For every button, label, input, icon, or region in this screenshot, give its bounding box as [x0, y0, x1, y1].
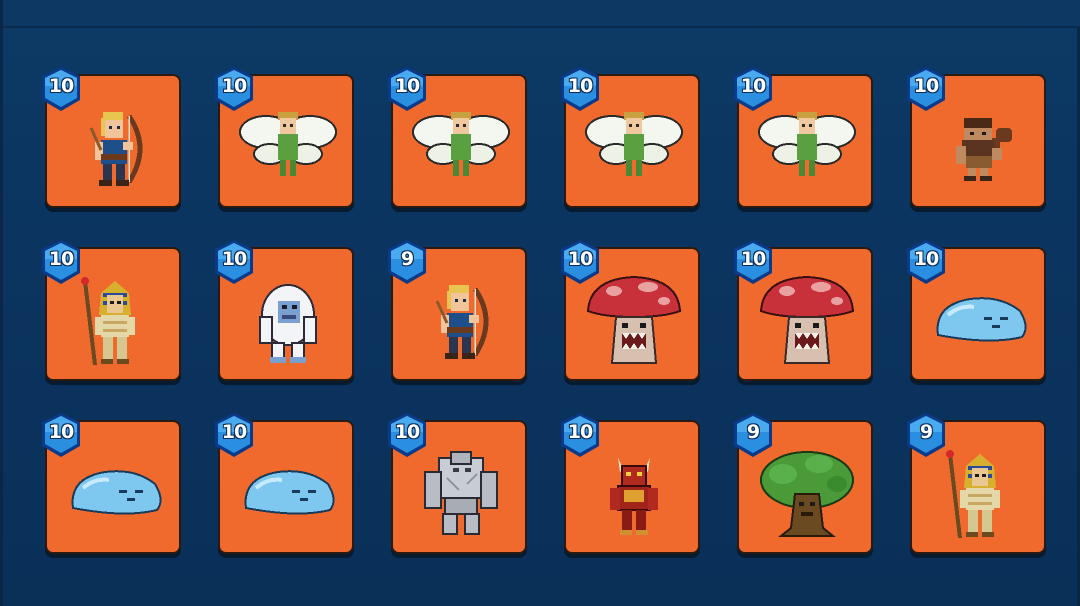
- yeti-icon: [238, 271, 338, 371]
- level-badge: 10: [39, 66, 83, 112]
- level-number: 10: [394, 421, 420, 443]
- unit-card[interactable]: 10: [42, 412, 181, 558]
- level-badge: 10: [558, 412, 602, 458]
- header-bar: [3, 0, 1080, 28]
- level-badge: 10: [558, 66, 602, 112]
- level-number: 10: [48, 248, 74, 270]
- level-badge: 10: [904, 239, 948, 285]
- elf-archer-icon: [65, 98, 165, 198]
- level-number: 10: [221, 75, 247, 97]
- unit-card[interactable]: 10: [561, 66, 700, 212]
- collection-panel: 10 10 10 10 10 10 10 10 9 10 10 10 10 10…: [0, 0, 1080, 606]
- unit-card[interactable]: 10: [42, 239, 181, 385]
- level-badge: 10: [385, 66, 429, 112]
- fairy-icon: [411, 98, 511, 198]
- unit-card[interactable]: 10: [907, 239, 1046, 385]
- level-number: 10: [48, 421, 74, 443]
- level-number: 10: [48, 75, 74, 97]
- unit-card[interactable]: 10: [215, 66, 354, 212]
- level-badge: 10: [731, 66, 775, 112]
- elf-archer-icon: [411, 271, 511, 371]
- unit-card[interactable]: 10: [388, 66, 527, 212]
- unit-card[interactable]: 10: [734, 239, 873, 385]
- level-badge: 10: [731, 239, 775, 285]
- unit-card[interactable]: 10: [561, 239, 700, 385]
- level-badge: 10: [212, 239, 256, 285]
- level-number: 9: [400, 248, 414, 270]
- pharaoh-icon: [930, 444, 1030, 544]
- level-number: 10: [567, 248, 593, 270]
- mushroom-monster-icon: [757, 271, 857, 371]
- red-demon-icon: [584, 444, 684, 544]
- level-badge: 10: [558, 239, 602, 285]
- level-number: 10: [740, 75, 766, 97]
- level-number: 9: [919, 421, 933, 443]
- unit-card[interactable]: 9: [388, 239, 527, 385]
- level-badge: 9: [904, 412, 948, 458]
- blue-slime-icon: [238, 444, 338, 544]
- treant-icon: [757, 444, 857, 544]
- unit-card[interactable]: 10: [734, 66, 873, 212]
- level-number: 10: [567, 75, 593, 97]
- level-badge: 10: [904, 66, 948, 112]
- caveman-icon: [930, 98, 1030, 198]
- level-badge: 10: [212, 412, 256, 458]
- stone-golem-icon: [411, 444, 511, 544]
- fairy-icon: [238, 98, 338, 198]
- pharaoh-icon: [65, 271, 165, 371]
- fairy-icon: [584, 98, 684, 198]
- level-number: 10: [913, 75, 939, 97]
- level-number: 9: [746, 421, 760, 443]
- level-number: 10: [221, 421, 247, 443]
- mushroom-monster-icon: [584, 271, 684, 371]
- level-number: 10: [740, 248, 766, 270]
- level-badge: 9: [731, 412, 775, 458]
- level-number: 10: [913, 248, 939, 270]
- unit-card[interactable]: 10: [42, 66, 181, 212]
- blue-slime-icon: [930, 271, 1030, 371]
- unit-card[interactable]: 9: [907, 412, 1046, 558]
- blue-slime-icon: [65, 444, 165, 544]
- unit-card[interactable]: 9: [734, 412, 873, 558]
- unit-card[interactable]: 10: [907, 66, 1046, 212]
- fairy-icon: [757, 98, 857, 198]
- level-badge: 10: [39, 239, 83, 285]
- level-badge: 10: [385, 412, 429, 458]
- card-grid: 10 10 10 10 10 10 10 10 9 10 10 10 10 10…: [42, 66, 1046, 558]
- unit-card[interactable]: 10: [215, 239, 354, 385]
- unit-card[interactable]: 10: [561, 412, 700, 558]
- level-number: 10: [567, 421, 593, 443]
- unit-card[interactable]: 10: [215, 412, 354, 558]
- level-number: 10: [394, 75, 420, 97]
- level-number: 10: [221, 248, 247, 270]
- level-badge: 9: [385, 239, 429, 285]
- level-badge: 10: [39, 412, 83, 458]
- level-badge: 10: [212, 66, 256, 112]
- unit-card[interactable]: 10: [388, 412, 527, 558]
